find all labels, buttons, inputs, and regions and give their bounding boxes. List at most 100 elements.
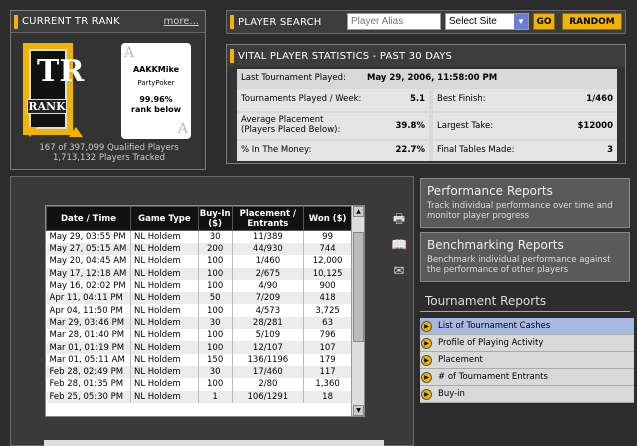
benchmarking-reports-button[interactable]: Benchmarking Reports Benchmark individua…	[420, 232, 630, 282]
table-row[interactable]: Mar 29, 03:46 PM NL Holdem 30 28/281 63	[46, 316, 352, 330]
cell-buy-in: 100	[198, 279, 233, 293]
table-row[interactable]: Mar 28, 01:40 PM NL Holdem 100 5/109 796	[46, 329, 352, 342]
cell-game-type: NL Holdem	[130, 279, 199, 293]
col-date[interactable]: Date / Time	[46, 206, 131, 231]
rank-panel: CURRENT TR RANK more... TR RANK A AAKKMi…	[10, 10, 206, 170]
cell-placement: 12/107	[232, 341, 305, 354]
col-won[interactable]: Won ($)	[303, 206, 352, 231]
cashes-table: Date / Time Game Type Buy-In ($) Placeme…	[46, 206, 352, 403]
go-button[interactable]: GO	[533, 13, 555, 30]
cell-placement: 4/90	[232, 279, 305, 293]
last-played-value: May 29, 2006, 11:58:00 PM	[367, 73, 498, 83]
report-item-entrants[interactable]: ▶ # of Tournament Entrants	[420, 369, 634, 386]
report-item-cashes[interactable]: ▶ List of Tournament Cashes	[420, 318, 634, 335]
cell-won: 10,125	[303, 267, 352, 280]
performance-reports-button[interactable]: Performance Reports Track individual per…	[420, 178, 630, 228]
take-cell: Largest Take: $12000	[433, 113, 617, 139]
cell-placement: 1/460	[232, 255, 305, 268]
cell-won: 1,360	[303, 378, 352, 391]
book-icon[interactable]: 📖	[391, 239, 407, 253]
player-alias-input[interactable]	[347, 13, 441, 30]
rank-title: CURRENT TR RANK	[22, 16, 120, 27]
table-row[interactable]: May 16, 02:02 PM NL Holdem 100 4/90 900	[46, 279, 352, 293]
report-item-activity[interactable]: ▶ Profile of Playing Activity	[420, 335, 634, 352]
cell-won: 900	[303, 279, 352, 293]
table-row[interactable]: Feb 28, 02:49 PM NL Holdem 30 17/460 117	[46, 365, 352, 379]
scroll-thumb[interactable]	[353, 232, 364, 342]
cell-game-type: NL Holdem	[130, 292, 199, 305]
cell-game-type: NL Holdem	[130, 365, 199, 379]
cell-game-type: NL Holdem	[130, 353, 199, 366]
random-button[interactable]: RANDOM	[562, 13, 622, 30]
cell-date: Mar 01, 05:11 AM	[46, 353, 131, 366]
cell-date: Mar 28, 01:40 PM	[46, 329, 131, 342]
players-tracked: 1,713,132 Players Tracked	[52, 153, 166, 163]
cell-won: 18	[303, 390, 352, 403]
report-item-buyin[interactable]: ▶ Buy-in	[420, 386, 634, 403]
stats-row-2: Average Placement (Players Placed Below)…	[237, 113, 617, 139]
rank-summary: 167 of 397,099 Qualified Players 1,713,1…	[11, 143, 207, 163]
cell-placement: 11/389	[232, 230, 305, 243]
cell-placement: 2/675	[232, 267, 305, 280]
itm-cell: % In The Money: 22.7%	[237, 141, 429, 161]
bottom-panel-edge	[44, 440, 384, 446]
report-item-label: List of Tournament Cashes	[438, 321, 551, 331]
chevron-down-icon[interactable]: ▼	[514, 14, 528, 29]
cell-won: 107	[303, 341, 352, 354]
cell-placement: 2/80	[232, 378, 305, 391]
tr-rank-logo: TR RANK	[23, 43, 84, 135]
ft-value: 3	[607, 145, 613, 155]
benchmarking-reports-title: Benchmarking Reports	[427, 238, 564, 252]
take-label: Largest Take:	[437, 121, 494, 131]
cell-date: May 29, 03:55 PM	[46, 230, 131, 243]
cell-game-type: NL Holdem	[130, 316, 199, 330]
cell-buy-in: 30	[198, 230, 233, 243]
col-buy-in[interactable]: Buy-In ($)	[197, 206, 233, 231]
cell-buy-in: 100	[198, 341, 233, 354]
report-item-label: Profile of Playing Activity	[438, 338, 544, 348]
cell-date: Mar 01, 01:19 PM	[46, 341, 131, 354]
rank-more-link[interactable]: more...	[164, 16, 199, 27]
table-row[interactable]: May 29, 03:55 PM NL Holdem 30 11/389 99	[46, 230, 352, 243]
stats-last-row: Last Tournament Played: May 29, 2006, 11…	[237, 73, 617, 87]
scroll-down-icon[interactable]: ▼	[353, 405, 364, 416]
rank-up-arrow-icon[interactable]	[69, 127, 83, 137]
table-row[interactable]: Feb 25, 05:30 PM NL Holdem 1 106/1291 18	[46, 390, 352, 403]
table-row[interactable]: Apr 11, 04:11 PM NL Holdem 50 7/209 418	[46, 292, 352, 305]
table-row[interactable]: Mar 01, 05:11 AM NL Holdem 150 136/1196 179	[46, 353, 352, 366]
cell-buy-in: 30	[198, 365, 233, 379]
tpw-label: Tournaments Played / Week:	[241, 94, 362, 104]
table-row[interactable]: Feb 28, 01:35 PM NL Holdem 100 2/80 1,360	[46, 378, 352, 391]
site-select[interactable]: Select Site ▼	[445, 13, 529, 30]
cell-game-type: NL Holdem	[130, 255, 199, 268]
table-row[interactable]: May 27, 05:15 AM NL Holdem 200 44/930 744	[46, 243, 352, 256]
table-row[interactable]: Mar 01, 01:19 PM NL Holdem 100 12/107 107	[46, 341, 352, 354]
col-game-type[interactable]: Game Type	[129, 206, 199, 231]
cell-buy-in: 30	[198, 316, 233, 330]
search-title: PLAYER SEARCH	[238, 16, 322, 28]
cell-placement: 44/930	[232, 243, 305, 256]
cell-date: Feb 25, 05:30 PM	[46, 390, 131, 403]
take-value: $12000	[577, 121, 614, 131]
cell-won: 796	[303, 329, 352, 342]
avg-label-2: (Players Placed Below):	[241, 125, 341, 135]
print-icon[interactable]: 🖶	[391, 213, 407, 227]
scroll-up-icon[interactable]: ▲	[353, 206, 364, 217]
table-row[interactable]: May 20, 04:45 AM NL Holdem 100 1/460 12,000	[46, 255, 352, 268]
table-row[interactable]: Apr 04, 11:50 PM NL Holdem 100 4/573 3,725	[46, 304, 352, 317]
report-item-label: # of Tournament Entrants	[438, 372, 548, 382]
itm-value: 22.7%	[395, 145, 426, 155]
table-row[interactable]: May 17, 12:18 AM NL Holdem 100 2/675 10,125	[46, 267, 352, 280]
report-item-placement[interactable]: ▶ Placement	[420, 352, 634, 369]
cell-buy-in: 150	[198, 353, 233, 366]
arrow-right-icon: ▶	[421, 389, 432, 400]
cell-game-type: NL Holdem	[130, 341, 199, 354]
rank-down-arrow-icon[interactable]	[23, 127, 37, 137]
cell-buy-in: 100	[198, 267, 233, 280]
table-scrollbar[interactable]: ▲ ▼	[351, 206, 364, 416]
col-placement[interactable]: Placement / Entrants	[231, 206, 305, 231]
tr-logo-letters: TR	[37, 54, 85, 89]
itm-label: % In The Money:	[241, 145, 312, 155]
email-icon[interactable]: ✉	[391, 265, 407, 279]
stats-title: VITAL PLAYER STATISTICS - PAST 30 DAYS	[238, 50, 453, 62]
